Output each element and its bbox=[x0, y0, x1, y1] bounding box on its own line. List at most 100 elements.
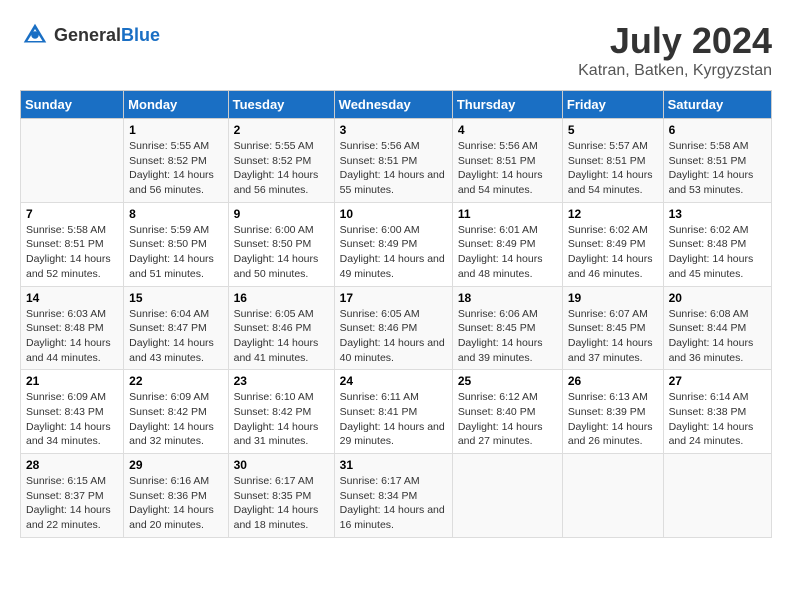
calendar-cell: 16Sunrise: 6:05 AMSunset: 8:46 PMDayligh… bbox=[228, 286, 334, 370]
day-number: 11 bbox=[458, 207, 557, 221]
calendar-week-2: 7 Sunrise: 5:58 AMSunset: 8:51 PMDaylight… bbox=[21, 202, 772, 286]
day-number: 27 bbox=[669, 374, 766, 388]
calendar-cell bbox=[452, 454, 562, 538]
day-info: Sunrise: 6:06 AMSunset: 8:45 PMDaylight:… bbox=[458, 307, 557, 366]
day-number: 4 bbox=[458, 123, 557, 137]
day-info: Sunrise: 6:07 AMSunset: 8:45 PMDaylight:… bbox=[568, 307, 658, 366]
calendar-cell: 6 Sunrise: 5:58 AMSunset: 8:51 PMDaylight… bbox=[663, 119, 771, 203]
day-info: Sunrise: 6:16 AMSunset: 8:36 PMDaylight:… bbox=[129, 474, 222, 533]
calendar-cell: 8 Sunrise: 5:59 AMSunset: 8:50 PMDaylight… bbox=[124, 202, 228, 286]
calendar-cell: 10Sunrise: 6:00 AMSunset: 8:49 PMDayligh… bbox=[334, 202, 452, 286]
calendar-cell: 11 Sunrise: 6:01 AMSunset: 8:49 PMDayligh… bbox=[452, 202, 562, 286]
day-info: Sunrise: 5:58 AMSunset: 8:51 PMDaylight:… bbox=[26, 223, 118, 282]
calendar-cell: 5Sunrise: 5:57 AMSunset: 8:51 PMDaylight… bbox=[562, 119, 663, 203]
calendar-cell: 18 Sunrise: 6:06 AMSunset: 8:45 PMDayligh… bbox=[452, 286, 562, 370]
day-number: 3 bbox=[340, 123, 447, 137]
calendar-cell: 24 Sunrise: 6:11 AMSunset: 8:41 PMDayligh… bbox=[334, 370, 452, 454]
calendar-cell: 26Sunrise: 6:13 AMSunset: 8:39 PMDayligh… bbox=[562, 370, 663, 454]
calendar-cell: 13 Sunrise: 6:02 AMSunset: 8:48 PMDayligh… bbox=[663, 202, 771, 286]
page-header: GeneralBlue July 2024 Katran, Batken, Ky… bbox=[20, 20, 772, 80]
calendar-cell: 28 Sunrise: 6:15 AMSunset: 8:37 PMDayligh… bbox=[21, 454, 124, 538]
calendar-cell bbox=[663, 454, 771, 538]
day-number: 17 bbox=[340, 291, 447, 305]
location-title: Katran, Batken, Kyrgyzstan bbox=[578, 62, 772, 80]
calendar-cell: 29Sunrise: 6:16 AMSunset: 8:36 PMDayligh… bbox=[124, 454, 228, 538]
calendar-cell: 1 Sunrise: 5:55 AMSunset: 8:52 PMDaylight… bbox=[124, 119, 228, 203]
logo-icon bbox=[20, 20, 50, 50]
logo: GeneralBlue bbox=[20, 20, 160, 50]
day-number: 26 bbox=[568, 374, 658, 388]
calendar-cell: 2Sunrise: 5:55 AMSunset: 8:52 PMDaylight… bbox=[228, 119, 334, 203]
calendar-cell: 12 Sunrise: 6:02 AMSunset: 8:49 PMDayligh… bbox=[562, 202, 663, 286]
day-info: Sunrise: 6:08 AMSunset: 8:44 PMDaylight:… bbox=[669, 307, 766, 366]
day-number: 18 bbox=[458, 291, 557, 305]
calendar-table: SundayMondayTuesdayWednesdayThursdayFrid… bbox=[20, 90, 772, 538]
day-number: 12 bbox=[568, 207, 658, 221]
day-number: 15 bbox=[129, 291, 222, 305]
day-number: 7 bbox=[26, 207, 118, 221]
day-info: Sunrise: 6:02 AMSunset: 8:49 PMDaylight:… bbox=[568, 223, 658, 282]
day-info: Sunrise: 6:17 AMSunset: 8:34 PMDaylight:… bbox=[340, 474, 447, 533]
calendar-week-5: 28 Sunrise: 6:15 AMSunset: 8:37 PMDayligh… bbox=[21, 454, 772, 538]
day-number: 6 bbox=[669, 123, 766, 137]
calendar-cell: 4 Sunrise: 5:56 AMSunset: 8:51 PMDaylight… bbox=[452, 119, 562, 203]
day-info: Sunrise: 5:56 AMSunset: 8:51 PMDaylight:… bbox=[340, 139, 447, 198]
calendar-cell: 15 Sunrise: 6:04 AMSunset: 8:47 PMDayligh… bbox=[124, 286, 228, 370]
day-number: 14 bbox=[26, 291, 118, 305]
day-number: 28 bbox=[26, 458, 118, 472]
day-info: Sunrise: 6:10 AMSunset: 8:42 PMDaylight:… bbox=[234, 390, 329, 449]
calendar-cell: 23 Sunrise: 6:10 AMSunset: 8:42 PMDayligh… bbox=[228, 370, 334, 454]
day-info: Sunrise: 6:03 AMSunset: 8:48 PMDaylight:… bbox=[26, 307, 118, 366]
header-day-friday: Friday bbox=[562, 91, 663, 119]
calendar-cell: 14 Sunrise: 6:03 AMSunset: 8:48 PMDayligh… bbox=[21, 286, 124, 370]
header-day-sunday: Sunday bbox=[21, 91, 124, 119]
day-info: Sunrise: 6:15 AMSunset: 8:37 PMDaylight:… bbox=[26, 474, 118, 533]
header-day-thursday: Thursday bbox=[452, 91, 562, 119]
calendar-cell: 22 Sunrise: 6:09 AMSunset: 8:42 PMDayligh… bbox=[124, 370, 228, 454]
day-info: Sunrise: 6:14 AMSunset: 8:38 PMDaylight:… bbox=[669, 390, 766, 449]
calendar-cell: 3 Sunrise: 5:56 AMSunset: 8:51 PMDaylight… bbox=[334, 119, 452, 203]
calendar-cell: 31Sunrise: 6:17 AMSunset: 8:34 PMDayligh… bbox=[334, 454, 452, 538]
title-block: July 2024 Katran, Batken, Kyrgyzstan bbox=[578, 20, 772, 80]
day-info: Sunrise: 6:12 AMSunset: 8:40 PMDaylight:… bbox=[458, 390, 557, 449]
day-number: 13 bbox=[669, 207, 766, 221]
day-info: Sunrise: 5:55 AMSunset: 8:52 PMDaylight:… bbox=[129, 139, 222, 198]
day-number: 20 bbox=[669, 291, 766, 305]
logo-text-blue: Blue bbox=[121, 25, 160, 45]
day-info: Sunrise: 6:09 AMSunset: 8:43 PMDaylight:… bbox=[26, 390, 118, 449]
day-info: Sunrise: 6:11 AMSunset: 8:41 PMDaylight:… bbox=[340, 390, 447, 449]
header-day-monday: Monday bbox=[124, 91, 228, 119]
day-info: Sunrise: 5:55 AMSunset: 8:52 PMDaylight:… bbox=[234, 139, 329, 198]
calendar-cell: 30 Sunrise: 6:17 AMSunset: 8:35 PMDayligh… bbox=[228, 454, 334, 538]
day-info: Sunrise: 5:57 AMSunset: 8:51 PMDaylight:… bbox=[568, 139, 658, 198]
day-info: Sunrise: 5:58 AMSunset: 8:51 PMDaylight:… bbox=[669, 139, 766, 198]
header-day-tuesday: Tuesday bbox=[228, 91, 334, 119]
calendar-cell: 19 Sunrise: 6:07 AMSunset: 8:45 PMDayligh… bbox=[562, 286, 663, 370]
day-number: 30 bbox=[234, 458, 329, 472]
calendar-cell: 27 Sunrise: 6:14 AMSunset: 8:38 PMDayligh… bbox=[663, 370, 771, 454]
day-number: 25 bbox=[458, 374, 557, 388]
header-day-saturday: Saturday bbox=[663, 91, 771, 119]
calendar-cell bbox=[21, 119, 124, 203]
day-info: Sunrise: 6:01 AMSunset: 8:49 PMDaylight:… bbox=[458, 223, 557, 282]
month-title: July 2024 bbox=[578, 20, 772, 62]
calendar-header-row: SundayMondayTuesdayWednesdayThursdayFrid… bbox=[21, 91, 772, 119]
day-info: Sunrise: 5:56 AMSunset: 8:51 PMDaylight:… bbox=[458, 139, 557, 198]
day-number: 19 bbox=[568, 291, 658, 305]
header-day-wednesday: Wednesday bbox=[334, 91, 452, 119]
calendar-cell: 7 Sunrise: 5:58 AMSunset: 8:51 PMDaylight… bbox=[21, 202, 124, 286]
day-info: Sunrise: 6:09 AMSunset: 8:42 PMDaylight:… bbox=[129, 390, 222, 449]
day-info: Sunrise: 5:59 AMSunset: 8:50 PMDaylight:… bbox=[129, 223, 222, 282]
logo-text-general: General bbox=[54, 25, 121, 45]
day-info: Sunrise: 6:05 AMSunset: 8:46 PMDaylight:… bbox=[234, 307, 329, 366]
day-info: Sunrise: 6:17 AMSunset: 8:35 PMDaylight:… bbox=[234, 474, 329, 533]
day-info: Sunrise: 6:02 AMSunset: 8:48 PMDaylight:… bbox=[669, 223, 766, 282]
day-number: 24 bbox=[340, 374, 447, 388]
day-number: 1 bbox=[129, 123, 222, 137]
day-info: Sunrise: 6:04 AMSunset: 8:47 PMDaylight:… bbox=[129, 307, 222, 366]
day-number: 9 bbox=[234, 207, 329, 221]
calendar-week-1: 1 Sunrise: 5:55 AMSunset: 8:52 PMDaylight… bbox=[21, 119, 772, 203]
day-number: 23 bbox=[234, 374, 329, 388]
day-number: 22 bbox=[129, 374, 222, 388]
day-number: 8 bbox=[129, 207, 222, 221]
